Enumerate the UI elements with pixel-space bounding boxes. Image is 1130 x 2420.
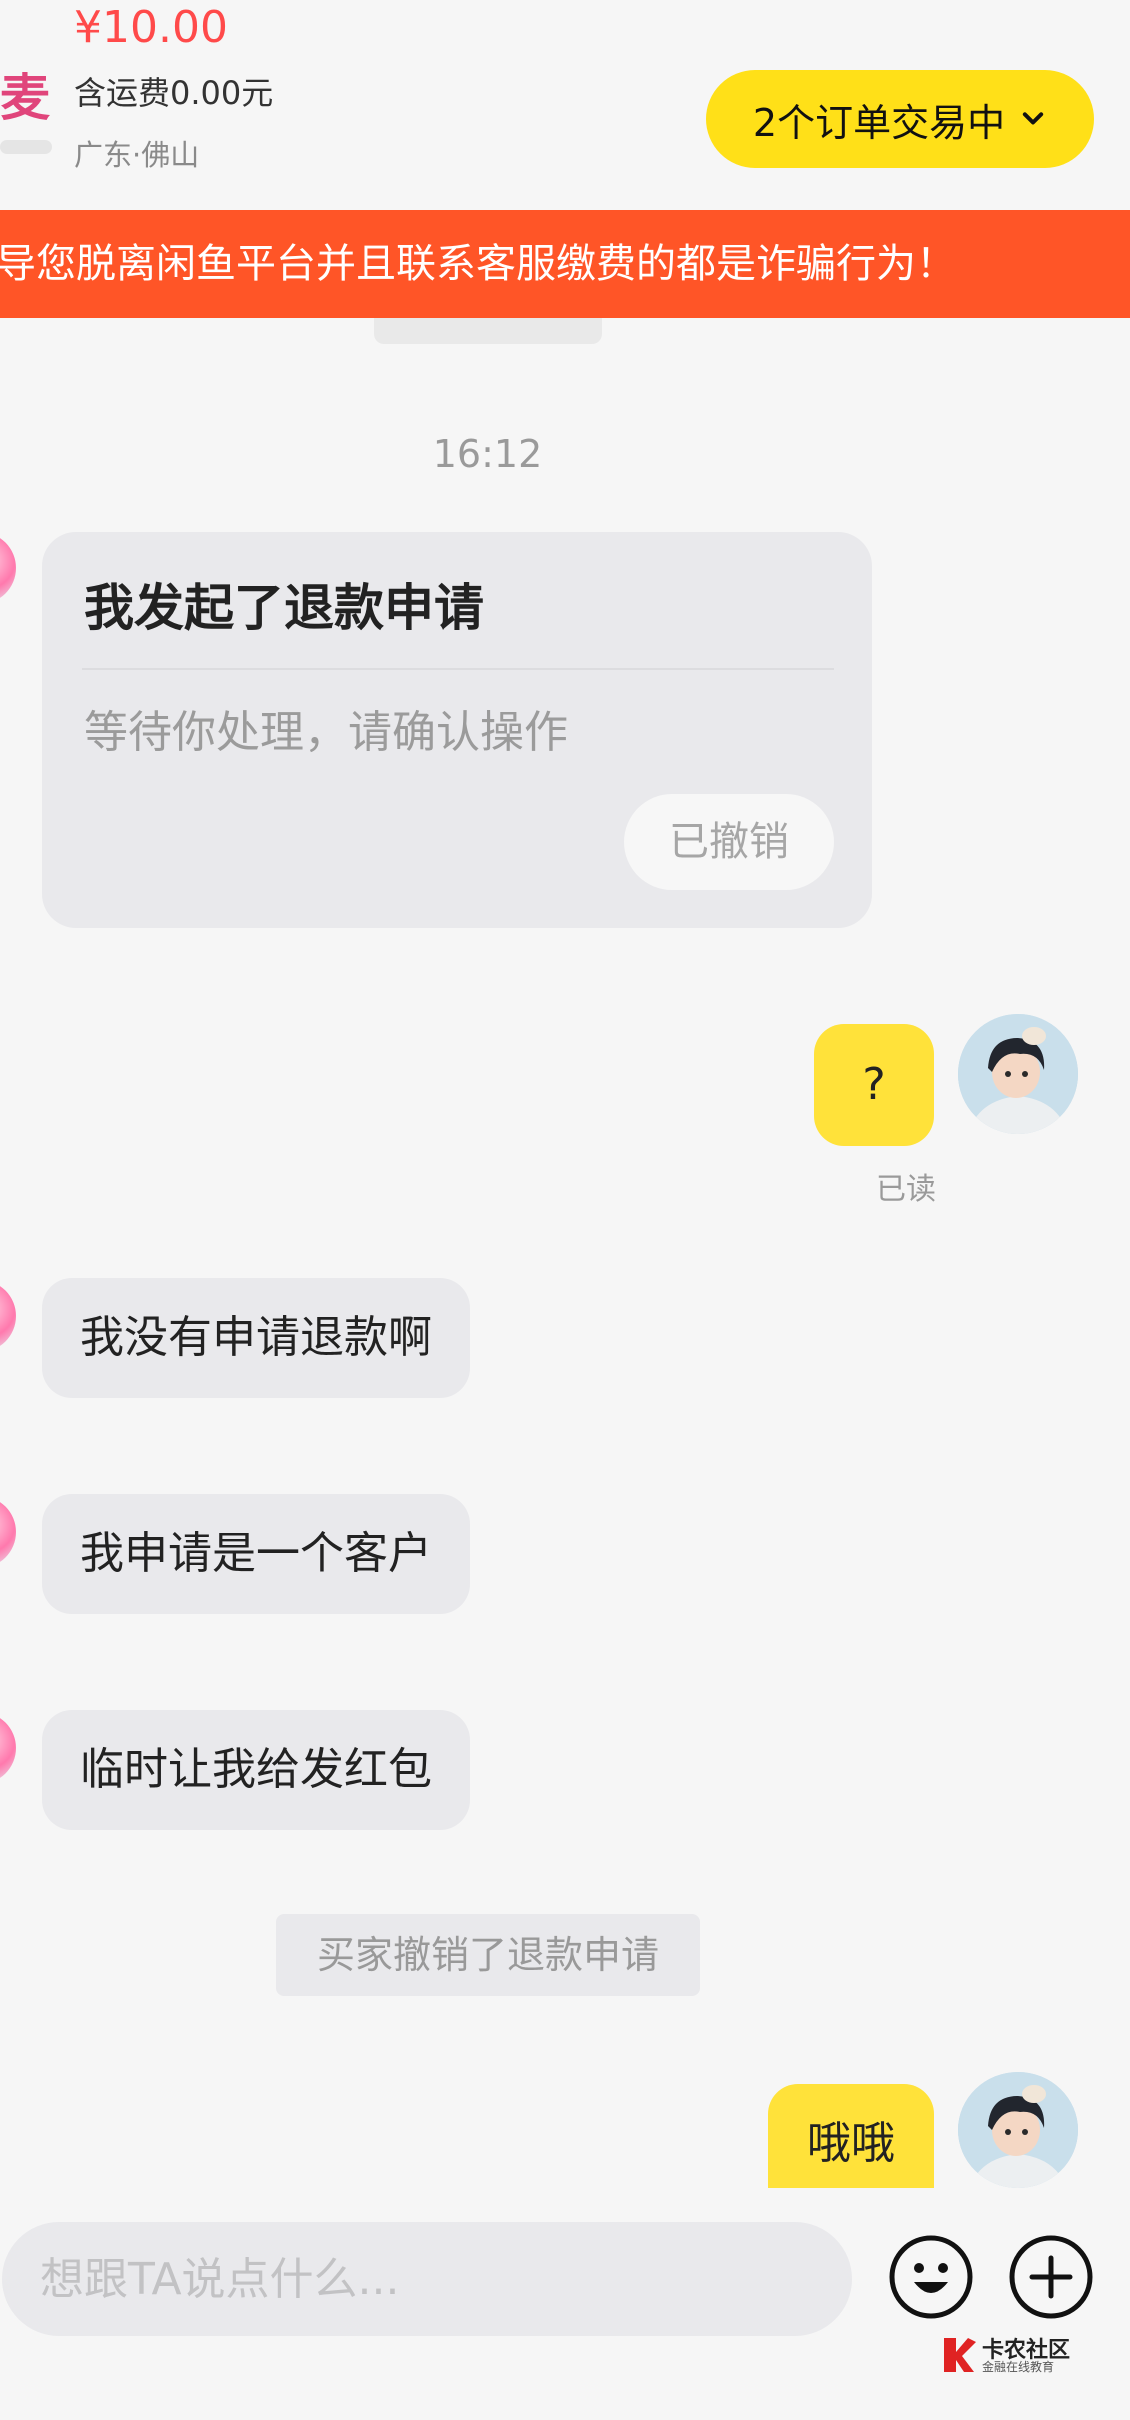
- chevron-down-icon: [1022, 112, 1044, 125]
- refund-status-badge: 已撤销: [624, 794, 834, 890]
- seller-message-bubble[interactable]: 临时让我给发红包: [42, 1710, 470, 1830]
- my-message-bubble[interactable]: 哦哦: [768, 2084, 934, 2188]
- orders-in-progress-label: 2个订单交易中: [752, 100, 1006, 145]
- kanong-logo-icon: [944, 2338, 976, 2372]
- emoji-icon[interactable]: [888, 2234, 974, 2320]
- fraud-warning-banner: 导您脱离闲鱼平台并且联系客服缴费的都是诈骗行为！: [0, 210, 1130, 318]
- product-thumbnail-shadow: [0, 140, 52, 154]
- seller-avatar[interactable]: [0, 532, 16, 604]
- seller-message-bubble[interactable]: 我申请是一个客户: [42, 1494, 470, 1614]
- seller-avatar[interactable]: [0, 1280, 16, 1352]
- refund-request-card[interactable]: 我发起了退款申请 等待你处理，请确认操作 已撤销: [42, 532, 872, 928]
- refund-card-title: 我发起了退款申请: [84, 579, 484, 637]
- message-input-bar: [0, 2188, 1130, 2420]
- seller-message-bubble[interactable]: 我没有申请退款啊: [42, 1278, 470, 1398]
- read-receipt: 已读: [876, 1172, 936, 1207]
- add-attachment-icon[interactable]: [1008, 2234, 1094, 2320]
- order-header: 麦 ¥10.00 含运费0.00元 广东·佛山 2个订单交易中: [0, 0, 1130, 210]
- card-divider: [82, 668, 834, 670]
- seller-avatar[interactable]: [0, 1496, 16, 1568]
- seller-location: 广东·佛山: [74, 138, 200, 172]
- watermark-subtitle: 金融在线教育: [982, 2360, 1055, 2374]
- my-avatar[interactable]: [958, 1014, 1078, 1134]
- seller-avatar[interactable]: [0, 1712, 16, 1784]
- orders-in-progress-button[interactable]: 2个订单交易中: [706, 70, 1094, 168]
- refund-card-description: 等待你处理，请确认操作: [84, 707, 568, 758]
- my-message-bubble[interactable]: ?: [814, 1024, 934, 1146]
- my-avatar[interactable]: [958, 2072, 1078, 2188]
- anime-boy-avatar-icon: [958, 2072, 1078, 2188]
- product-price: ¥10.00: [74, 2, 228, 53]
- product-thumbnail[interactable]: 麦: [0, 58, 50, 130]
- collapsed-notice-edge: [374, 318, 602, 344]
- message-input[interactable]: [2, 2222, 852, 2336]
- shipping-fee: 含运费0.00元: [74, 74, 274, 112]
- anime-boy-avatar-icon: [958, 1014, 1078, 1134]
- message-timestamp: 16:12: [432, 432, 543, 476]
- system-notice: 买家撤销了退款申请: [276, 1914, 700, 1996]
